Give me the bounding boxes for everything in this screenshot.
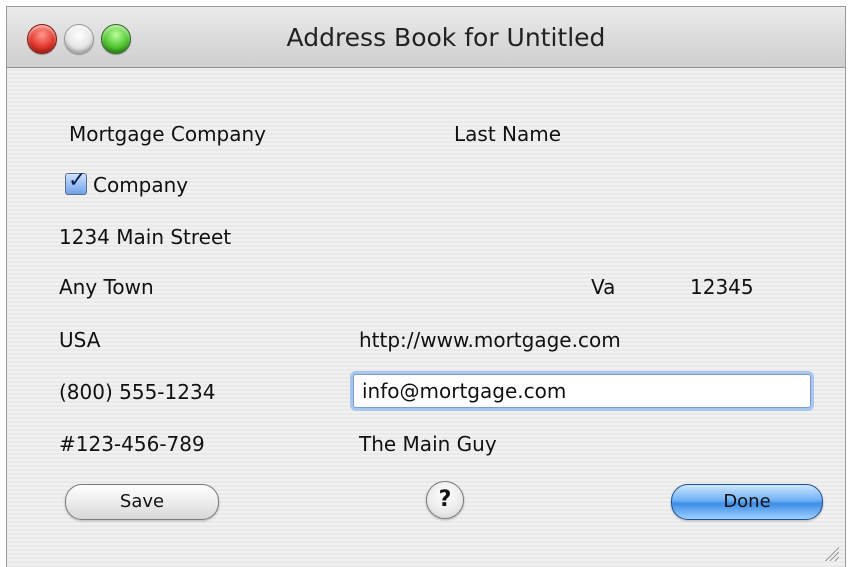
contact-field[interactable]: The Main Guy [359,432,497,456]
email-input[interactable]: info@mortgage.com [353,374,811,408]
title-bar: Address Book for Untitled [7,7,845,68]
save-button[interactable]: Save [65,484,219,520]
company-checkbox-label: Company [93,173,189,197]
last-name-label[interactable]: Last Name [454,122,561,146]
street-field[interactable]: 1234 Main Street [59,225,231,249]
company-name-field[interactable]: Mortgage Company [69,122,266,146]
checkmark-icon: ✓ [68,168,87,193]
address-book-window: Address Book for Untitled Mortgage Compa… [6,6,846,567]
help-button[interactable]: ? [426,481,464,519]
done-button[interactable]: Done [671,484,823,520]
city-field[interactable]: Any Town [59,275,154,299]
account-field[interactable]: #123-456-789 [59,432,205,456]
company-checkbox[interactable]: ✓ [65,168,87,195]
website-field[interactable]: http://www.mortgage.com [359,328,621,352]
phone-field[interactable]: (800) 555-1234 [59,380,215,404]
window-title: Address Book for Untitled [286,23,606,52]
zip-field[interactable]: 12345 [690,275,754,299]
country-field[interactable]: USA [59,328,100,352]
resize-grip-icon[interactable] [823,545,839,561]
state-field[interactable]: Va [591,275,615,299]
